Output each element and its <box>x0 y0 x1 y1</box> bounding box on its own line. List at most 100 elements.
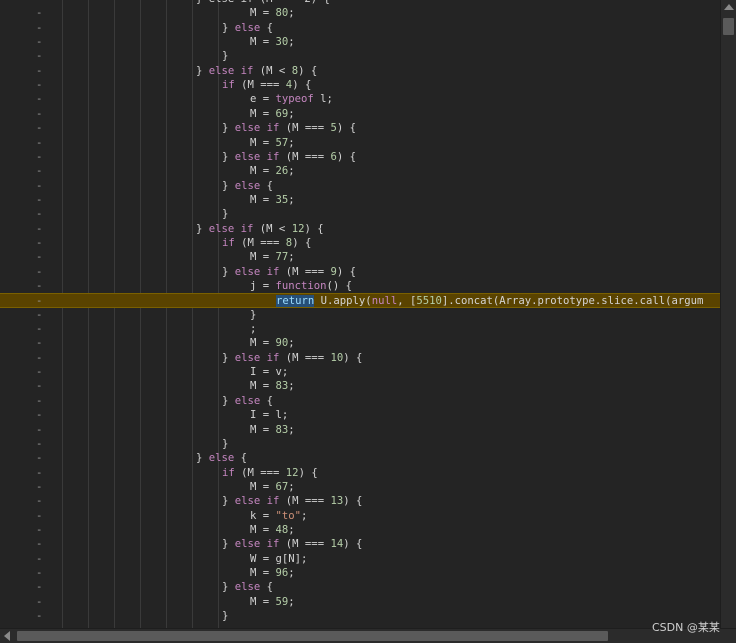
line-marker[interactable]: - <box>36 537 44 551</box>
line-marker[interactable]: - <box>36 566 44 580</box>
code-line[interactable]: - M = 69; <box>0 107 720 121</box>
code-line[interactable]: - M = 67; <box>0 480 720 494</box>
code-line[interactable]: -} else { <box>0 451 720 465</box>
line-marker[interactable]: - <box>36 21 44 35</box>
line-marker[interactable]: - <box>36 92 44 106</box>
vertical-scrollbar[interactable] <box>720 0 736 628</box>
code-line[interactable]: - W = g[N]; <box>0 552 720 566</box>
code-line[interactable]: - if (M === 4) { <box>0 78 720 92</box>
horizontal-scroll-thumb[interactable] <box>17 631 608 641</box>
line-marker[interactable]: - <box>36 179 44 193</box>
code-line[interactable]: - M = 83; <box>0 379 720 393</box>
code-line[interactable]: - M = 35; <box>0 193 720 207</box>
highlighted-code-line[interactable]: - return U.apply(null, [5510].concat(Arra… <box>0 293 720 308</box>
code-line[interactable]: -; <box>0 322 720 336</box>
horizontal-scrollbar[interactable] <box>0 628 736 643</box>
line-marker[interactable]: - <box>36 466 44 480</box>
code-line[interactable]: -} else if (M < 8) { <box>0 64 720 78</box>
code-line[interactable]: - M = 77; <box>0 250 720 264</box>
line-marker[interactable]: - <box>36 308 44 322</box>
line-marker[interactable]: - <box>36 580 44 594</box>
line-marker[interactable]: - <box>36 78 44 92</box>
line-marker[interactable]: - <box>36 509 44 523</box>
line-marker[interactable]: - <box>36 164 44 178</box>
line-marker[interactable]: - <box>36 64 44 78</box>
line-marker[interactable]: - <box>36 107 44 121</box>
code-line[interactable]: - e = typeof l; <box>0 92 720 106</box>
line-marker[interactable]: - <box>36 437 44 451</box>
code-line[interactable]: - if (M === 8) { <box>0 236 720 250</box>
code-line[interactable]: -} else if (M === 13) { <box>0 494 720 508</box>
line-marker[interactable]: - <box>36 207 44 221</box>
code-line[interactable]: -} else if (M === 5) { <box>0 121 720 135</box>
line-marker[interactable]: - <box>36 552 44 566</box>
line-marker[interactable]: - <box>36 423 44 437</box>
line-marker[interactable]: - <box>36 265 44 279</box>
line-marker[interactable]: - <box>36 150 44 164</box>
code-editor[interactable]: -} else if (M === 2) {-M = 80;-} else {-… <box>0 0 720 628</box>
line-marker[interactable]: - <box>36 222 44 236</box>
code-text: if (M === 12) { <box>222 466 318 480</box>
code-line[interactable]: - I = l; <box>0 408 720 422</box>
code-line[interactable]: - M = 90; <box>0 336 720 350</box>
code-line[interactable]: - M = 26; <box>0 164 720 178</box>
code-line[interactable]: - M = 96; <box>0 566 720 580</box>
code-line[interactable]: - M = 30; <box>0 35 720 49</box>
line-marker[interactable]: - <box>36 408 44 422</box>
code-line[interactable]: -} else { <box>0 580 720 594</box>
code-line[interactable]: - M = 80; <box>0 6 720 20</box>
line-marker[interactable]: - <box>36 49 44 63</box>
code-line[interactable]: - M = 83; <box>0 423 720 437</box>
code-token: "to" <box>275 509 302 522</box>
code-line[interactable]: -} <box>0 49 720 63</box>
code-line[interactable]: -} <box>0 207 720 221</box>
line-marker[interactable]: - <box>36 609 44 623</box>
line-marker[interactable]: - <box>36 136 44 150</box>
code-line[interactable]: -} <box>0 437 720 451</box>
line-marker[interactable]: - <box>36 595 44 609</box>
code-line[interactable]: - j = function() { <box>0 279 720 293</box>
code-line[interactable]: -} else { <box>0 21 720 35</box>
code-text: W = g[N]; <box>250 552 307 566</box>
code-token: M = <box>250 107 276 120</box>
line-marker[interactable]: - <box>36 294 44 308</box>
code-line[interactable]: -} else if (M === 9) { <box>0 265 720 279</box>
line-marker[interactable]: - <box>36 236 44 250</box>
code-token: } <box>222 150 235 163</box>
code-line[interactable]: -} else if (M === 14) { <box>0 537 720 551</box>
line-marker[interactable]: - <box>36 379 44 393</box>
line-marker[interactable]: - <box>36 35 44 49</box>
line-marker[interactable]: - <box>36 336 44 350</box>
code-line[interactable]: - I = v; <box>0 365 720 379</box>
code-line[interactable]: - M = 59; <box>0 595 720 609</box>
line-marker[interactable]: - <box>36 480 44 494</box>
code-line[interactable]: -} <box>0 308 720 322</box>
line-marker[interactable]: - <box>36 365 44 379</box>
line-marker[interactable]: - <box>36 279 44 293</box>
code-token: I = v; <box>250 366 289 379</box>
code-line[interactable]: - } else if (M === 10) { <box>0 351 720 365</box>
line-marker[interactable]: - <box>36 6 44 20</box>
code-line[interactable]: -} else { <box>0 179 720 193</box>
line-marker[interactable]: - <box>36 322 44 336</box>
code-line[interactable]: -} else { <box>0 394 720 408</box>
line-marker[interactable]: - <box>36 494 44 508</box>
code-line[interactable]: -} <box>0 609 720 623</box>
code-text: } else if (M === 10) { <box>222 351 362 365</box>
code-line[interactable]: -} else if (M === 6) { <box>0 150 720 164</box>
vertical-scroll-thumb[interactable] <box>723 18 734 35</box>
line-marker[interactable]: - <box>36 523 44 537</box>
scroll-up-arrow-icon[interactable] <box>724 4 734 10</box>
code-line[interactable]: - M = 48; <box>0 523 720 537</box>
line-marker[interactable]: - <box>36 351 44 365</box>
code-line[interactable]: -} else if (M < 12) { <box>0 222 720 236</box>
line-marker[interactable]: - <box>36 193 44 207</box>
line-marker[interactable]: - <box>36 121 44 135</box>
line-marker[interactable]: - <box>36 394 44 408</box>
code-line[interactable]: - k = "to"; <box>0 509 720 523</box>
scroll-left-arrow-icon[interactable] <box>4 631 10 641</box>
line-marker[interactable]: - <box>36 451 44 465</box>
code-line[interactable]: - M = 57; <box>0 136 720 150</box>
code-line[interactable]: - if (M === 12) { <box>0 466 720 480</box>
line-marker[interactable]: - <box>36 250 44 264</box>
